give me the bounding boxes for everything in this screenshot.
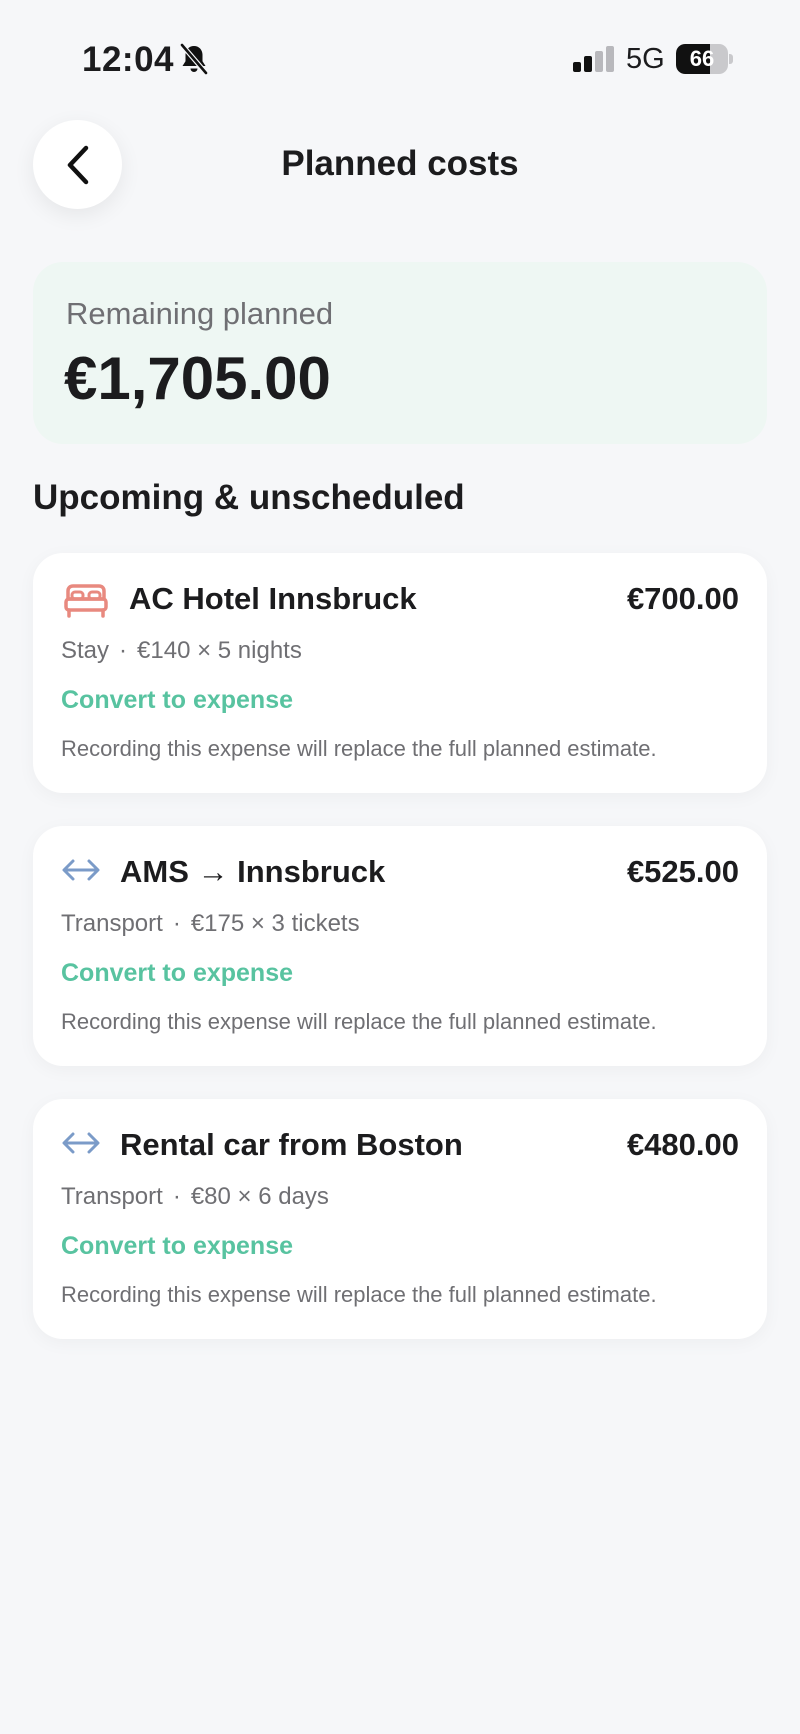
convert-to-expense-link[interactable]: Convert to expense	[61, 686, 293, 715]
card-category: Stay	[61, 637, 110, 664]
transport-arrows-icon	[62, 859, 100, 881]
summary-label: Remaining planned	[66, 296, 334, 331]
page-title: Planned costs	[281, 144, 519, 183]
card-title: AC Hotel Innsbruck	[129, 581, 417, 616]
battery-level: 66	[689, 46, 715, 71]
card-detail: €80 × 6 days	[190, 1183, 329, 1210]
remaining-planned-card: Remaining planned €1,705.00	[33, 262, 767, 444]
silent-bell-icon	[180, 43, 208, 75]
network-type: 5G	[626, 43, 665, 75]
card-note: Recording this expense will replace the …	[61, 1009, 657, 1034]
card-detail: €140 × 5 nights	[137, 637, 302, 664]
card-meta: Stay · €140 × 5 nights	[61, 637, 302, 664]
cost-card-rental-car[interactable]: Rental car from Boston €480.00 Transport…	[33, 1099, 767, 1339]
card-category: Transport	[61, 910, 163, 937]
card-amount: €480.00	[626, 1127, 739, 1162]
convert-to-expense-link[interactable]: Convert to expense	[61, 1232, 293, 1261]
section-title: Upcoming & unscheduled	[33, 478, 465, 517]
cellular-signal-icon	[573, 46, 614, 72]
card-meta: Transport · €175 × 3 tickets	[61, 910, 360, 937]
status-bar: 12:04 5G 66	[0, 0, 800, 116]
card-title: AMS → Innsbruck	[120, 854, 386, 889]
battery-icon: 66	[676, 44, 734, 74]
card-note: Recording this expense will replace the …	[61, 736, 657, 761]
card-meta: Transport · €80 × 6 days	[61, 1183, 329, 1210]
card-detail: €175 × 3 tickets	[190, 910, 360, 937]
summary-amount: €1,705.00	[64, 345, 331, 412]
card-title: Rental car from Boston	[120, 1127, 463, 1162]
cost-card-transport[interactable]: AMS → Innsbruck €525.00 Transport · €175 ×…	[33, 826, 767, 1066]
status-time: 12:04	[82, 40, 175, 79]
convert-to-expense-link[interactable]: Convert to expense	[61, 959, 293, 988]
card-amount: €525.00	[626, 854, 739, 889]
transport-arrows-icon	[62, 1132, 100, 1154]
card-category: Transport	[61, 1183, 163, 1210]
card-note: Recording this expense will replace the …	[61, 1282, 657, 1307]
card-amount: €700.00	[626, 581, 739, 616]
cost-card-hotel[interactable]: AC Hotel Innsbruck €700.00 Stay · €140 × 5…	[33, 553, 767, 793]
bed-icon	[64, 584, 108, 618]
planned-costs-screen: 12:04 5G 66 Planned costs Remaining plan…	[0, 0, 800, 1734]
